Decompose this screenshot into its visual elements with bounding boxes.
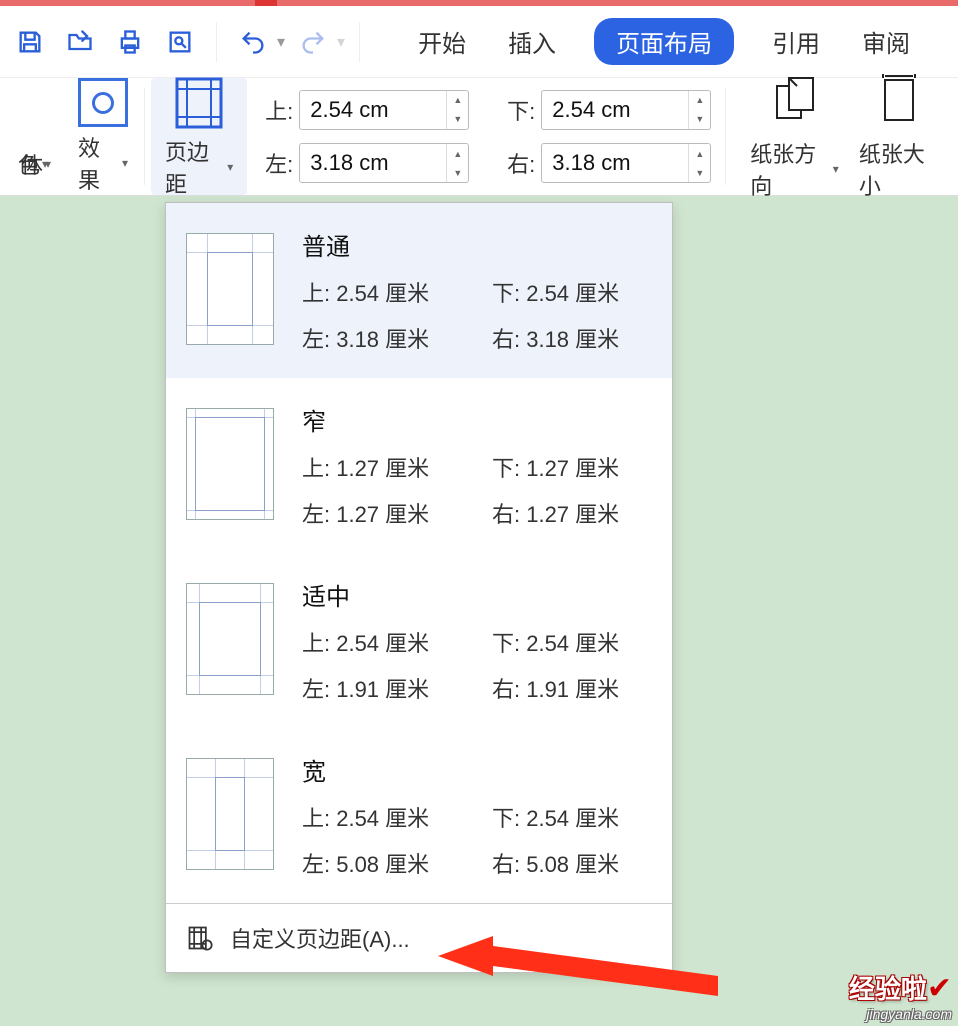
chevron-down-icon: ▾	[122, 156, 128, 170]
chevron-down-icon: ▾	[227, 160, 233, 174]
preset-name: 窄	[302, 402, 652, 437]
tab-insert[interactable]: 插入	[504, 18, 560, 65]
orientation-icon	[767, 72, 823, 133]
preset-top: 上: 1.27 厘米	[302, 451, 462, 483]
preset-bottom: 下: 2.54 厘米	[492, 626, 652, 658]
page-size-group[interactable]: 纸张大小	[849, 78, 950, 195]
margin-left-input[interactable]: 3.18 cm▲▼	[299, 143, 469, 183]
preset-right: 右: 1.91 厘米	[492, 672, 652, 704]
margin-left-label: 左:	[257, 147, 293, 179]
ribbon: 色▾ 体▾ 效果▾ 页边距▾ 上: 2.54 cm▲▼ 下: 2.54	[0, 78, 958, 196]
page-margin-icon	[171, 75, 227, 131]
save-button[interactable]	[8, 20, 52, 64]
preset-name: 普通	[302, 227, 652, 262]
theme-effects-group[interactable]: 效果▾	[68, 78, 138, 195]
margin-preset-2[interactable]: 适中 上: 2.54 厘米 下: 2.54 厘米 左: 1.91 厘米 右: 1…	[166, 553, 672, 728]
margin-preset-3[interactable]: 宽 上: 2.54 厘米 下: 2.54 厘米 左: 5.08 厘米 右: 5.…	[166, 728, 672, 903]
page-size-icon	[871, 72, 927, 133]
orientation-label: 纸张方向	[750, 137, 831, 201]
preset-name: 适中	[302, 577, 652, 612]
margin-bottom-label: 下:	[499, 94, 535, 126]
undo-button[interactable]	[231, 20, 275, 64]
page-margin-group[interactable]: 页边距▾	[151, 78, 247, 195]
preset-bottom: 下: 1.27 厘米	[492, 451, 652, 483]
custom-margin-label: 自定义页边距(A)...	[230, 922, 410, 954]
preset-thumb-icon	[186, 233, 274, 345]
preset-top: 上: 2.54 厘米	[302, 626, 462, 658]
preset-bottom: 下: 2.54 厘米	[492, 801, 652, 833]
preset-right: 右: 1.27 厘米	[492, 497, 652, 529]
print-icon	[116, 28, 144, 56]
redo-icon	[299, 28, 327, 56]
preset-left: 左: 3.18 厘米	[302, 322, 462, 354]
preset-right: 右: 5.08 厘米	[492, 847, 652, 879]
check-icon: ✔	[927, 972, 952, 1005]
margin-right-input[interactable]: 3.18 cm▲▼	[541, 143, 711, 183]
spinner-down-icon[interactable]: ▼	[447, 163, 468, 182]
spinner-up-icon[interactable]: ▲	[689, 91, 710, 110]
font-label: 体	[21, 148, 43, 180]
margin-bottom-input[interactable]: 2.54 cm▲▼	[541, 90, 711, 130]
preview-icon	[166, 28, 194, 56]
preset-thumb-icon	[186, 583, 274, 695]
preset-name: 宽	[302, 752, 652, 787]
preset-bottom: 下: 2.54 厘米	[492, 276, 652, 308]
size-label: 纸张大小	[859, 137, 940, 201]
quick-access-toolbar-row: ▾ ▾ 开始 插入 页面布局 引用 审阅	[0, 6, 958, 78]
redo-history-caret[interactable]: ▾	[337, 32, 345, 52]
tab-page-layout[interactable]: 页面布局	[594, 18, 734, 65]
redo-button[interactable]	[291, 20, 335, 64]
undo-history-caret[interactable]: ▾	[277, 32, 285, 52]
ribbon-tabs: 开始 插入 页面布局 引用 审阅	[414, 18, 914, 65]
effects-icon	[78, 78, 128, 127]
preset-right: 右: 3.18 厘米	[492, 322, 652, 354]
document-workspace: ▾ ▾ 开始 插入 页面布局 引用 审阅 色▾ 体▾ 效果▾	[0, 6, 958, 1026]
tab-start[interactable]: 开始	[414, 18, 470, 65]
margin-top-label: 上:	[257, 94, 293, 126]
watermark: 经验啦✔ jingyanla.com	[849, 969, 952, 1022]
open-button[interactable]	[58, 20, 102, 64]
spinner-up-icon[interactable]: ▲	[447, 91, 468, 110]
spinner-up-icon[interactable]: ▲	[689, 144, 710, 163]
margin-spinners: 上: 2.54 cm▲▼ 下: 2.54 cm▲▼ 左: 3.18 cm▲▼ 右…	[257, 78, 711, 195]
preview-button[interactable]	[158, 20, 202, 64]
margin-preset-1[interactable]: 窄 上: 1.27 厘米 下: 1.27 厘米 左: 1.27 厘米 右: 1.…	[166, 378, 672, 553]
preset-left: 左: 1.27 厘米	[302, 497, 462, 529]
preset-left: 左: 1.91 厘米	[302, 672, 462, 704]
custom-margin-button[interactable]: 自定义页边距(A)...	[166, 903, 672, 972]
page-orientation-group[interactable]: 纸张方向▾	[740, 78, 849, 195]
watermark-text: 经验啦	[849, 974, 927, 1004]
open-icon	[66, 28, 94, 56]
separator	[725, 88, 726, 185]
spinner-down-icon[interactable]: ▼	[689, 110, 710, 129]
undo-icon	[239, 28, 267, 56]
margin-top-input[interactable]: 2.54 cm▲▼	[299, 90, 469, 130]
chevron-down-icon: ▾	[45, 157, 51, 171]
preset-thumb-icon	[186, 758, 274, 870]
spinner-down-icon[interactable]: ▼	[689, 163, 710, 182]
custom-margin-icon	[186, 924, 214, 952]
preset-left: 左: 5.08 厘米	[302, 847, 462, 879]
tab-references[interactable]: 引用	[768, 18, 824, 65]
margin-dropdown-panel: 普通 上: 2.54 厘米 下: 2.54 厘米 左: 3.18 厘米 右: 3…	[165, 202, 673, 973]
margin-preset-0[interactable]: 普通 上: 2.54 厘米 下: 2.54 厘米 左: 3.18 厘米 右: 3…	[166, 203, 672, 378]
preset-top: 上: 2.54 厘米	[302, 801, 462, 833]
separator	[216, 22, 217, 62]
effects-label: 效果	[78, 131, 120, 195]
save-icon	[16, 28, 44, 56]
margin-label: 页边距	[165, 135, 225, 199]
preset-thumb-icon	[186, 408, 274, 520]
preset-top: 上: 2.54 厘米	[302, 276, 462, 308]
spinner-up-icon[interactable]: ▲	[447, 144, 468, 163]
chevron-down-icon: ▾	[833, 162, 839, 176]
print-button[interactable]	[108, 20, 152, 64]
margin-right-label: 右:	[499, 147, 535, 179]
spinner-down-icon[interactable]: ▼	[447, 110, 468, 129]
separator	[144, 88, 145, 185]
theme-font-group[interactable]: 体▾	[48, 78, 68, 195]
tab-review[interactable]: 审阅	[858, 18, 914, 65]
separator	[359, 22, 360, 62]
watermark-site: jingyanla.com	[849, 1006, 952, 1022]
